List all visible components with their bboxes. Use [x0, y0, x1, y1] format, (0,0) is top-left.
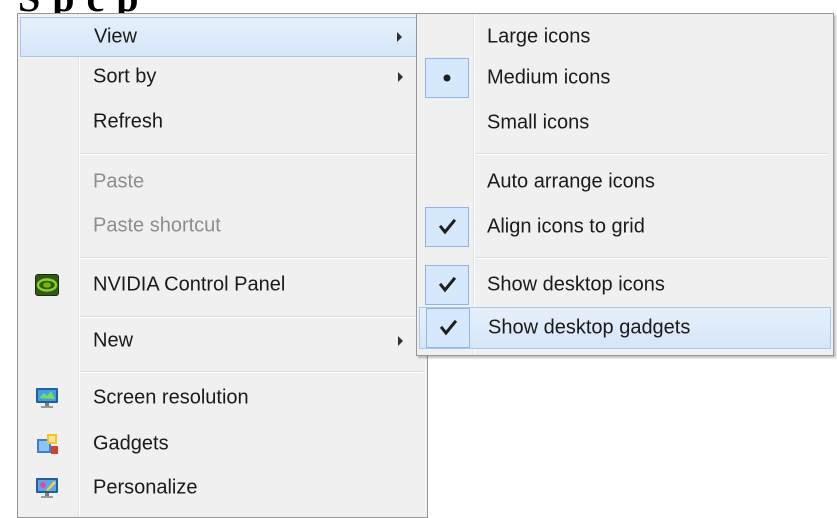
menu-item-screen-resolution[interactable]: Screen resolution [20, 378, 425, 418]
submenu-item-label: Medium icons [487, 66, 611, 89]
menu-item-label: NVIDIA Control Panel [93, 273, 286, 296]
submenu-item-align-icons-to-grid[interactable]: Align icons to grid [419, 206, 831, 248]
checkmark-icon [425, 207, 469, 247]
nvidia-icon [34, 273, 60, 297]
submenu-item-label: Show desktop gadgets [488, 316, 691, 339]
monitor-icon [34, 386, 60, 410]
menu-separator [80, 316, 423, 318]
menu-item-gadgets[interactable]: Gadgets [20, 424, 425, 464]
view-submenu: Large icons Medium icons Small icons Aut… [416, 13, 834, 356]
menu-item-label: Paste [93, 170, 145, 193]
submenu-item-show-desktop-gadgets[interactable]: Show desktop gadgets [419, 307, 831, 349]
submenu-item-small-icons[interactable]: Small icons [419, 102, 831, 144]
submenu-arrow-icon [398, 72, 403, 82]
menu-item-label: New [93, 329, 134, 352]
menu-separator [80, 371, 423, 373]
submenu-arrow-icon [397, 32, 402, 42]
checkmark-icon [425, 265, 469, 305]
menu-item-label: Sort by [93, 65, 157, 88]
menu-item-sort-by[interactable]: Sort by [20, 57, 425, 97]
submenu-item-show-desktop-icons[interactable]: Show desktop icons [419, 264, 831, 306]
menu-item-label: Personalize [93, 476, 198, 499]
submenu-item-large-icons[interactable]: Large icons [419, 16, 831, 58]
menu-item-label: Refresh [93, 110, 164, 133]
menu-item-personalize[interactable]: Personalize [20, 468, 425, 508]
menu-item-nvidia-control-panel[interactable]: NVIDIA Control Panel [20, 265, 425, 305]
desktop-context-menu: View Sort by Refresh Paste Paste shortcu… [17, 13, 428, 518]
submenu-item-label: Show desktop icons [487, 273, 665, 296]
personalize-icon [34, 476, 60, 500]
submenu-arrow-icon [398, 336, 403, 346]
menu-item-label: Gadgets [93, 432, 169, 455]
submenu-separator [475, 153, 829, 155]
menu-item-label: Screen resolution [93, 386, 249, 409]
checkmark-icon [426, 308, 470, 348]
submenu-item-auto-arrange-icons[interactable]: Auto arrange icons [419, 161, 831, 203]
submenu-item-label: Auto arrange icons [487, 170, 655, 193]
submenu-item-label: Align icons to grid [487, 215, 645, 238]
gadgets-icon [34, 432, 60, 456]
menu-item-new[interactable]: New [20, 321, 425, 361]
menu-item-refresh[interactable]: Refresh [20, 102, 425, 142]
menu-item-label: Paste shortcut [93, 214, 221, 237]
submenu-item-label: Large icons [487, 25, 591, 48]
radio-selected-icon [425, 58, 469, 98]
submenu-separator [475, 257, 829, 259]
menu-separator [80, 153, 423, 155]
menu-item-label: View [94, 25, 137, 48]
submenu-item-label: Small icons [487, 111, 590, 134]
menu-separator [80, 257, 423, 259]
menu-item-view[interactable]: View [20, 17, 425, 57]
submenu-item-medium-icons[interactable]: Medium icons [419, 57, 831, 99]
menu-item-paste-shortcut[interactable]: Paste shortcut [20, 206, 425, 246]
menu-item-paste[interactable]: Paste [20, 162, 425, 202]
